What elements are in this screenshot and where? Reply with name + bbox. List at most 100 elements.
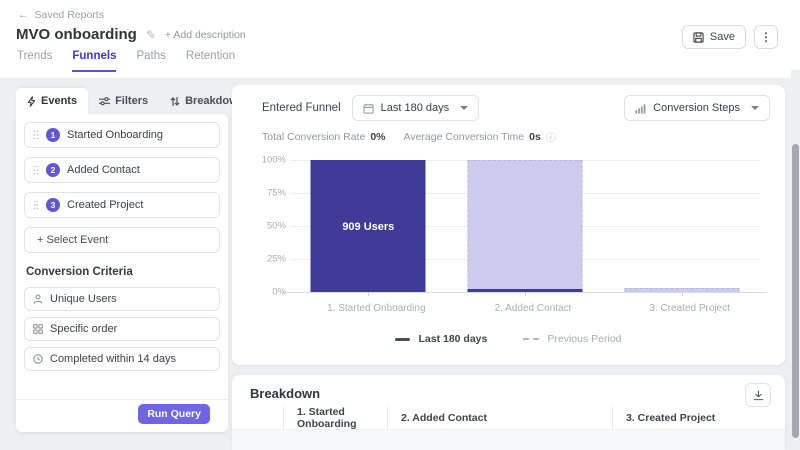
event-row-2[interactable]: 2 Added Contact <box>24 157 220 183</box>
download-icon <box>753 390 764 401</box>
panel-tab-label: Filters <box>115 95 148 107</box>
breakdown-header-row: 1. Started Onboarding 2. Added Contact 3… <box>232 406 785 430</box>
select-event-label: + Select Event <box>37 234 108 246</box>
query-panel-tabs: Events Filters Breakdown <box>16 88 255 114</box>
query-builder-panel: 1 Started Onboarding 2 Added Contact <box>16 114 228 432</box>
report-title: MVO onboarding <box>16 26 137 43</box>
title-row: MVO onboarding ✎ + Add description <box>16 26 246 43</box>
save-button[interactable]: Save <box>682 25 746 49</box>
query-panel-footer: Run Query <box>16 399 228 432</box>
app-header: ← Saved Reports MVO onboarding ✎ + Add d… <box>0 0 800 78</box>
back-label: Saved Reports <box>35 9 104 21</box>
back-link[interactable]: ← Saved Reports <box>18 9 104 21</box>
criteria-completed-within[interactable]: Completed within 14 days <box>24 347 220 371</box>
x-tick <box>682 292 683 296</box>
criteria-specific-order[interactable]: Specific order <box>24 317 220 341</box>
select-event-button[interactable]: + Select Event <box>24 227 220 253</box>
x-category-label: 3. Created Project <box>603 303 776 314</box>
breakdown-col-header: 1. Started Onboarding <box>283 406 387 430</box>
y-tick-label: 0% <box>272 287 286 298</box>
kebab-icon: ⋮ <box>760 30 772 44</box>
view-selector-value: Conversion Steps <box>653 102 740 114</box>
event-label: Added Contact <box>67 164 140 176</box>
breakdown-card: Breakdown 1. Started Onboarding 2. Added… <box>232 375 785 450</box>
scrollbar-thumb[interactable] <box>792 144 799 438</box>
user-icon <box>33 294 43 304</box>
arrows-up-down-icon <box>170 96 180 107</box>
funnel-plot: 909 Users <box>290 160 760 292</box>
avg-conversion-time-label: Average Conversion Time <box>404 131 525 143</box>
edit-pencil-icon[interactable]: ✎ <box>146 28 156 42</box>
header-actions: Save ⋮ <box>682 25 778 49</box>
step-number-badge: 1 <box>46 128 60 142</box>
add-description-button[interactable]: + Add description <box>165 29 246 41</box>
y-tick-label: 100% <box>262 155 286 166</box>
entered-funnel-label: Entered Funnel <box>262 102 341 114</box>
bar-group[interactable] <box>603 160 760 292</box>
arrow-left-icon: ← <box>18 9 29 21</box>
y-tick-label: 75% <box>267 188 286 199</box>
solid-line-icon <box>395 338 410 341</box>
breakdown-row-partial <box>232 430 785 450</box>
legend-label: Last 180 days <box>418 333 487 345</box>
total-conversion-rate-label: Total Conversion Rate <box>262 131 365 143</box>
info-icon[interactable]: ⓘ <box>546 129 556 144</box>
bar-value-label: 909 Users <box>290 221 447 233</box>
drag-handle-icon[interactable] <box>33 200 39 210</box>
panel-tab-events[interactable]: Events <box>16 88 88 114</box>
funnel-chart-card: Entered Funnel Last 180 days <box>232 85 785 365</box>
tab-retention[interactable]: Retention <box>186 50 235 72</box>
funnel-bar-unconverted[interactable] <box>467 160 582 292</box>
x-tick <box>368 292 369 296</box>
dashed-line-icon <box>523 338 539 340</box>
report-tabs: Trends Funnels Paths Retention <box>17 50 235 72</box>
view-selector-dropdown[interactable]: Conversion Steps <box>624 95 770 121</box>
run-query-button[interactable]: Run Query <box>138 404 210 424</box>
legend-current-period[interactable]: Last 180 days <box>395 333 487 345</box>
criteria-label: Completed within 14 days <box>50 353 176 365</box>
bar-group[interactable]: 909 Users <box>290 160 447 292</box>
breakdown-table: 1. Started Onboarding 2. Added Contact 3… <box>232 406 785 450</box>
download-button[interactable] <box>745 383 771 407</box>
date-range-dropdown[interactable]: Last 180 days <box>352 95 480 121</box>
tab-funnels[interactable]: Funnels <box>72 50 116 72</box>
scrollbar-track[interactable] <box>791 70 800 450</box>
legend-previous-period[interactable]: Previous Period <box>523 333 621 345</box>
legend-label: Previous Period <box>547 333 621 345</box>
x-tick <box>525 292 526 296</box>
tab-paths[interactable]: Paths <box>136 50 165 72</box>
y-tick-label: 25% <box>267 254 286 265</box>
drag-handle-icon[interactable] <box>33 165 39 175</box>
criteria-label: Specific order <box>50 323 117 335</box>
x-category-label: 1. Started Onboarding <box>290 303 463 314</box>
avg-conversion-time-value: 0s <box>529 131 541 143</box>
save-label: Save <box>710 31 735 43</box>
funnel-bar-converted[interactable] <box>467 289 582 292</box>
total-conversion-rate-value: 0% <box>370 131 385 143</box>
event-label: Started Onboarding <box>67 129 163 141</box>
funnel-chart: 100% 75% 50% 25% 0% 909 Users 1. Started… <box>252 153 770 328</box>
criteria-unique-users[interactable]: Unique Users <box>24 287 220 311</box>
breakdown-col-header: 2. Added Contact <box>387 406 612 430</box>
grid-icon <box>33 324 43 334</box>
step-number-badge: 3 <box>46 198 60 212</box>
event-label: Created Project <box>67 199 143 211</box>
funnel-stats-row: Total Conversion Rate 0% Average Convers… <box>262 129 556 144</box>
more-options-button[interactable]: ⋮ <box>754 25 778 49</box>
chart-legend: Last 180 days Previous Period <box>232 333 785 345</box>
x-category-label: 2. Added Contact <box>447 303 620 314</box>
tab-trends[interactable]: Trends <box>17 50 52 72</box>
funnel-controls: Entered Funnel Last 180 days <box>262 95 770 121</box>
event-row-3[interactable]: 3 Created Project <box>24 192 220 218</box>
conversion-criteria-heading: Conversion Criteria <box>26 266 218 278</box>
x-axis-line <box>282 292 766 293</box>
bar-group[interactable] <box>447 160 604 292</box>
event-row-1[interactable]: 1 Started Onboarding <box>24 122 220 148</box>
criteria-label: Unique Users <box>50 293 117 305</box>
chevron-down-icon <box>460 106 468 110</box>
drag-handle-icon[interactable] <box>33 130 39 140</box>
breakdown-col-header: 3. Created Project <box>612 406 785 430</box>
y-tick-label: 50% <box>267 221 286 232</box>
save-icon <box>693 32 704 43</box>
panel-tab-filters[interactable]: Filters <box>88 88 159 114</box>
